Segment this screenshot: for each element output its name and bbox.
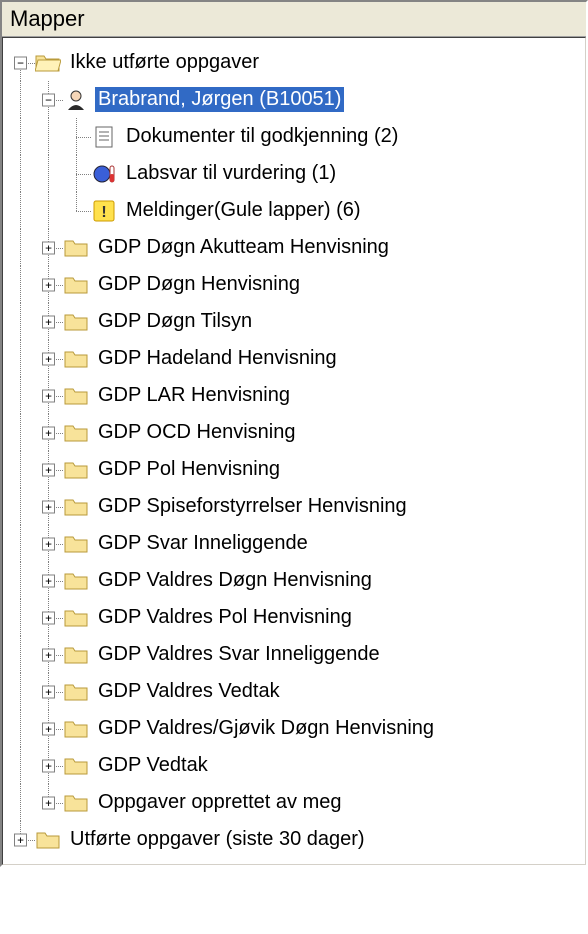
expander-plus-icon[interactable]: +	[42, 648, 55, 661]
tree-item-label: GDP Svar Inneliggende	[95, 531, 311, 556]
folder-icon	[63, 642, 89, 668]
person-icon	[63, 87, 89, 113]
note-warn-icon: !	[91, 198, 117, 224]
tree-item-folder[interactable]: + GDP Vedtak	[7, 747, 581, 784]
folder-icon	[63, 531, 89, 557]
count-badge: (6)	[336, 199, 360, 221]
expander-plus-icon[interactable]: +	[42, 722, 55, 735]
folders-panel: Mapper − Ikke utførte oppgaver	[0, 0, 588, 867]
expander-plus-icon[interactable]: +	[42, 611, 55, 624]
expander-plus-icon[interactable]: +	[42, 426, 55, 439]
folder-icon	[63, 716, 89, 742]
count-badge: (1)	[312, 162, 336, 184]
tree-item-root[interactable]: − Ikke utførte oppgaver	[7, 44, 581, 81]
tree-item-folder[interactable]: + GDP Valdres Døgn Henvisning	[7, 562, 581, 599]
tree-item-label: GDP Døgn Akutteam Henvisning	[95, 235, 392, 260]
tree-item-label: GDP OCD Henvisning	[95, 420, 298, 445]
folder-icon	[63, 272, 89, 298]
tree-item-folder[interactable]: + GDP LAR Henvisning	[7, 377, 581, 414]
tree-item-label: GDP Vedtak	[95, 753, 211, 778]
expander-minus-icon[interactable]: −	[42, 93, 55, 106]
expander-plus-icon[interactable]: +	[42, 278, 55, 291]
tree-item-folder[interactable]: + GDP OCD Henvisning	[7, 414, 581, 451]
tree-item-folder[interactable]: + GDP Døgn Tilsyn	[7, 303, 581, 340]
expander-plus-icon[interactable]: +	[42, 352, 55, 365]
tree-item-label: GDP Døgn Henvisning	[95, 272, 303, 297]
tree-item-completed[interactable]: + Utførte oppgaver (siste 30 dager)	[7, 821, 581, 858]
tree-item-label: GDP Spiseforstyrrelser Henvisning	[95, 494, 410, 519]
tree-item-label: GDP LAR Henvisning	[95, 383, 293, 408]
document-icon	[91, 124, 117, 150]
folder-icon	[63, 235, 89, 261]
folder-open-icon	[35, 50, 61, 76]
tree-item-label: GDP Hadeland Henvisning	[95, 346, 340, 371]
panel-body: − Ikke utførte oppgaver − Brabrand,	[2, 37, 586, 865]
tree-item-documents[interactable]: Dokumenter til godkjenning (2)	[7, 118, 581, 155]
folder-icon	[63, 494, 89, 520]
folder-icon	[63, 790, 89, 816]
svg-text:!: !	[101, 204, 106, 221]
tree-item-label: Labsvar til vurdering (1)	[123, 161, 339, 186]
tree-item-label: Meldinger(Gule lapper) (6)	[123, 198, 364, 223]
expander-plus-icon[interactable]: +	[42, 241, 55, 254]
folder-icon	[63, 346, 89, 372]
tree-item-label: GDP Døgn Tilsyn	[95, 309, 255, 334]
tree-item-label: GDP Valdres/Gjøvik Døgn Henvisning	[95, 716, 437, 741]
tree-item-label: Ikke utførte oppgaver	[67, 50, 262, 75]
expander-plus-icon[interactable]: +	[42, 537, 55, 550]
tree-item-messages[interactable]: ! Meldinger(Gule lapper) (6)	[7, 192, 581, 229]
folder-icon	[63, 383, 89, 409]
tree-item-label: Dokumenter til godkjenning (2)	[123, 124, 401, 149]
tree-item-folder[interactable]: + GDP Valdres/Gjøvik Døgn Henvisning	[7, 710, 581, 747]
tree-item-folder[interactable]: + GDP Valdres Vedtak	[7, 673, 581, 710]
expander-plus-icon[interactable]: +	[42, 463, 55, 476]
tree-item-label: GDP Pol Henvisning	[95, 457, 283, 482]
expander-plus-icon[interactable]: +	[14, 833, 27, 846]
panel-title: Mapper	[2, 2, 586, 37]
tree-item-folder[interactable]: + GDP Døgn Henvisning	[7, 266, 581, 303]
folder-icon	[35, 827, 61, 853]
tree-item-label: GDP Valdres Døgn Henvisning	[95, 568, 375, 593]
tree-item-label: GDP Valdres Svar Inneliggende	[95, 642, 383, 667]
lab-icon	[91, 161, 117, 187]
tree-item-person[interactable]: − Brabrand, Jørgen (B10051)	[7, 81, 581, 118]
folder-tree: − Ikke utførte oppgaver − Brabrand,	[3, 38, 585, 864]
tree-item-labresults[interactable]: Labsvar til vurdering (1)	[7, 155, 581, 192]
tree-item-folder[interactable]: + GDP Døgn Akutteam Henvisning	[7, 229, 581, 266]
expander-minus-icon[interactable]: −	[14, 56, 27, 69]
expander-plus-icon[interactable]: +	[42, 759, 55, 772]
expander-plus-icon[interactable]: +	[42, 796, 55, 809]
folder-icon	[63, 679, 89, 705]
count-badge: (2)	[374, 125, 398, 147]
folder-icon	[63, 457, 89, 483]
tree-item-label: Oppgaver opprettet av meg	[95, 790, 344, 815]
tree-item-label: GDP Valdres Vedtak	[95, 679, 283, 704]
tree-item-label: Utførte oppgaver (siste 30 dager)	[67, 827, 368, 852]
tree-item-folder[interactable]: + GDP Svar Inneliggende	[7, 525, 581, 562]
tree-item-label: GDP Valdres Pol Henvisning	[95, 605, 355, 630]
tree-item-folder[interactable]: + GDP Hadeland Henvisning	[7, 340, 581, 377]
tree-item-folder[interactable]: + GDP Valdres Pol Henvisning	[7, 599, 581, 636]
folder-icon	[63, 568, 89, 594]
folder-icon	[63, 753, 89, 779]
folder-icon	[63, 420, 89, 446]
expander-plus-icon[interactable]: +	[42, 389, 55, 402]
expander-plus-icon[interactable]: +	[42, 685, 55, 698]
expander-plus-icon[interactable]: +	[42, 315, 55, 328]
tree-item-folder[interactable]: + GDP Spiseforstyrrelser Henvisning	[7, 488, 581, 525]
expander-plus-icon[interactable]: +	[42, 574, 55, 587]
folder-icon	[63, 309, 89, 335]
tree-item-folder[interactable]: + Oppgaver opprettet av meg	[7, 784, 581, 821]
tree-item-folder[interactable]: + GDP Valdres Svar Inneliggende	[7, 636, 581, 673]
expander-plus-icon[interactable]: +	[42, 500, 55, 513]
tree-item-label: Brabrand, Jørgen (B10051)	[95, 87, 344, 112]
folder-icon	[63, 605, 89, 631]
tree-item-folder[interactable]: + GDP Pol Henvisning	[7, 451, 581, 488]
